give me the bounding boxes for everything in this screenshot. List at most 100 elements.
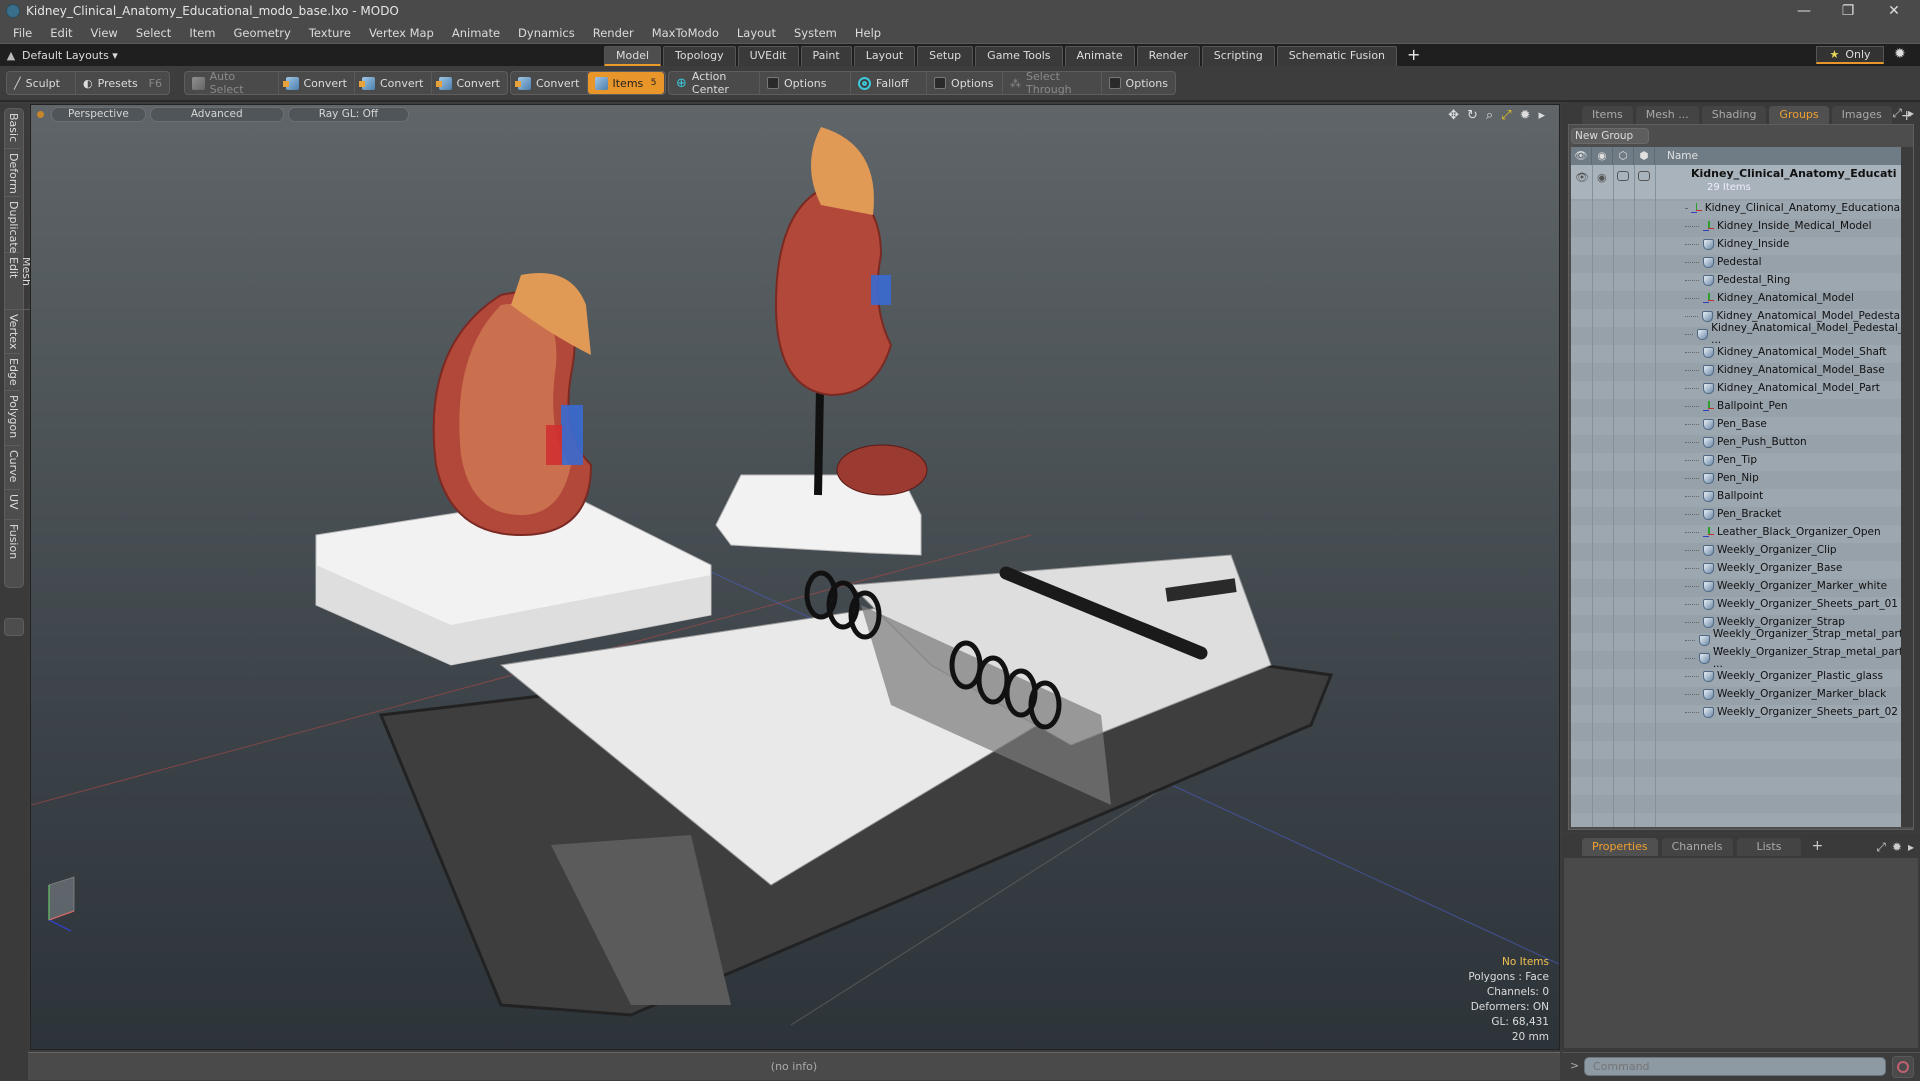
tree-item[interactable]: Weekly_Organizer_Sheets_part_02 (1571, 703, 1903, 721)
select-through-button[interactable]: ⁂ Select Through (1003, 70, 1102, 96)
command-input[interactable] (1584, 1057, 1886, 1076)
tree-item[interactable]: Weekly_Organizer_Plastic_glass (1571, 667, 1903, 685)
zoom-icon[interactable]: ⌕ (1486, 108, 1493, 123)
properties-gear-icon[interactable]: ✹ (1892, 840, 1902, 855)
sidebar-extra-button[interactable] (4, 618, 24, 636)
vtab-edge[interactable]: Edge (5, 354, 20, 391)
items-mode-button[interactable]: Items 5 (587, 72, 664, 94)
tree-item[interactable]: Pen_Nip (1571, 469, 1903, 487)
tree-item[interactable]: Pen_Push_Button (1571, 433, 1903, 451)
menu-item[interactable]: Item (180, 26, 224, 40)
visibility-column-icon[interactable]: 👁 (1571, 147, 1592, 165)
tree-item[interactable]: Leather_Black_Organizer_Open (1571, 523, 1903, 541)
menu-help[interactable]: Help (846, 26, 890, 40)
only-toggle-button[interactable]: ★ Only (1816, 46, 1884, 64)
menu-layout[interactable]: Layout (728, 26, 785, 40)
select-toggle[interactable] (1638, 171, 1650, 181)
new-group-button[interactable]: New Group (1571, 128, 1649, 144)
vtab-deform[interactable]: Deform (5, 149, 20, 197)
menu-view[interactable]: View (82, 26, 127, 40)
vtab-fusion[interactable]: Fusion (5, 520, 20, 572)
render-column-icon[interactable]: ◉ (1592, 147, 1613, 165)
select-through-options-button[interactable]: Options (1102, 72, 1175, 94)
close-button[interactable]: ✕ (1872, 0, 1916, 22)
panel-more-icon[interactable]: ▸ (1908, 106, 1914, 121)
tree-item[interactable]: Weekly_Organizer_Marker_white (1571, 577, 1903, 595)
tree-item[interactable]: Pen_Tip (1571, 451, 1903, 469)
select-column-icon[interactable]: ⬢ (1634, 147, 1655, 165)
menu-maxtomodo[interactable]: MaxToModo (643, 26, 728, 40)
action-center-options-button[interactable]: Options (760, 72, 852, 94)
raygl-toggle[interactable]: Ray GL: Off (287, 107, 410, 122)
pan-icon[interactable]: ✥ (1448, 108, 1459, 123)
tab-model[interactable]: Model (604, 46, 662, 66)
menu-texture[interactable]: Texture (300, 26, 360, 40)
add-properties-tab-button[interactable]: + (1805, 838, 1829, 856)
tab-topology[interactable]: Topology (663, 46, 736, 66)
group-root-row[interactable]: 👁 ◉ Kidney_Clinical_Anatomy_Educati ... … (1571, 165, 1913, 199)
tree-item[interactable]: Weekly_Organizer_Strap_metal_part ... (1571, 646, 1903, 670)
sculpt-button[interactable]: ╱ Sculpt (7, 72, 77, 94)
visibility-eye-icon[interactable]: 👁 (1575, 171, 1589, 184)
menu-dynamics[interactable]: Dynamics (509, 26, 584, 40)
tab-render[interactable]: Render (1136, 46, 1200, 66)
vtab-polygon[interactable]: Polygon (5, 391, 20, 446)
falloff-button[interactable]: Falloff (851, 72, 928, 94)
maximize-panel-icon[interactable]: ⤢ (1876, 840, 1886, 855)
convert-items-button[interactable]: Convert (511, 72, 588, 94)
vtab-uv[interactable]: UV (5, 490, 20, 520)
tree-item[interactable]: Ballpoint (1571, 487, 1903, 505)
tab-schematic-fusion[interactable]: Schematic Fusion (1276, 46, 1398, 66)
convert-edges-button[interactable]: Convert (355, 72, 432, 94)
menu-file[interactable]: File (4, 26, 41, 40)
tab-properties[interactable]: Properties (1582, 838, 1658, 856)
tab-layout[interactable]: Layout (853, 46, 916, 66)
auto-select-button[interactable]: Auto Select (185, 70, 279, 96)
tab-shading[interactable]: Shading (1701, 106, 1767, 124)
tree-item[interactable]: Pedestal (1571, 253, 1903, 271)
tree-item[interactable]: Weekly_Organizer_Base (1571, 559, 1903, 577)
menu-edit[interactable]: Edit (41, 26, 81, 40)
tree-scrollbar[interactable] (1901, 147, 1913, 827)
tree-item[interactable]: Weekly_Organizer_Sheets_part_01 (1571, 595, 1903, 613)
tab-setup[interactable]: Setup (917, 46, 974, 66)
rotate-icon[interactable]: ↻ (1467, 108, 1478, 123)
panel-more-icon[interactable]: ▸ (1908, 840, 1914, 855)
3d-viewport[interactable]: Perspective Advanced Ray GL: Off ✥ ↻ ⌕ ⤢… (30, 104, 1560, 1050)
tab-animate[interactable]: Animate (1064, 46, 1135, 66)
tab-paint[interactable]: Paint (800, 46, 852, 66)
tab-lists[interactable]: Lists (1736, 838, 1802, 856)
viewport-settings-icon[interactable]: ✹ (1520, 108, 1531, 123)
tab-items[interactable]: Items (1582, 106, 1633, 124)
maximize-icon[interactable]: ⤢ (1501, 108, 1511, 123)
tree-item[interactable]: Weekly_Organizer_Marker_black (1571, 685, 1903, 703)
view-mode-button[interactable]: Perspective (51, 107, 146, 122)
tab-images[interactable]: Images (1831, 106, 1892, 124)
tree-item[interactable]: Kidney_Anatomical_Model_Shaft (1571, 343, 1903, 361)
tab-mesh[interactable]: Mesh ... (1635, 106, 1699, 124)
convert-polygons-button[interactable]: Convert (432, 72, 508, 94)
tree-item[interactable]: Weekly_Organizer_Clip (1571, 541, 1903, 559)
tree-item[interactable]: Kidney_Anatomical_Model (1571, 289, 1903, 307)
viewport-more-icon[interactable]: ▸ (1538, 108, 1545, 123)
lock-toggle[interactable] (1617, 171, 1629, 181)
tree-item[interactable]: Kidney_Inside (1571, 235, 1903, 253)
tree-item[interactable]: Pedestal_Ring (1571, 271, 1903, 289)
tree-item[interactable]: Kidney_Anatomical_Model_Base (1571, 361, 1903, 379)
restore-button[interactable]: ❐ (1826, 0, 1870, 22)
maximize-panel-icon[interactable]: ⤢ (1892, 106, 1902, 121)
minimize-button[interactable]: — (1782, 0, 1826, 22)
action-center-button[interactable]: ⊕ Action Center (669, 70, 761, 96)
menu-system[interactable]: System (785, 26, 846, 40)
vtab-curve[interactable]: Curve (5, 446, 20, 490)
convert-vertices-button[interactable]: Convert (279, 72, 355, 94)
tree-item[interactable]: Kidney_Inside_Medical_Model (1571, 217, 1903, 235)
tab-game-tools[interactable]: Game Tools (975, 46, 1063, 66)
menu-vertex-map[interactable]: Vertex Map (360, 26, 443, 40)
menu-animate[interactable]: Animate (443, 26, 509, 40)
vtab-vertex[interactable]: Vertex (5, 310, 20, 354)
tree-item[interactable]: Kidney_Anatomical_Model_Pedestal_ ... (1571, 322, 1903, 346)
tree-item[interactable]: Kidney_Anatomical_Model_Part (1571, 379, 1903, 397)
lock-column-icon[interactable]: ⬡ (1613, 147, 1634, 165)
default-layouts-dropdown[interactable]: Default Layouts ▾ (22, 49, 118, 62)
